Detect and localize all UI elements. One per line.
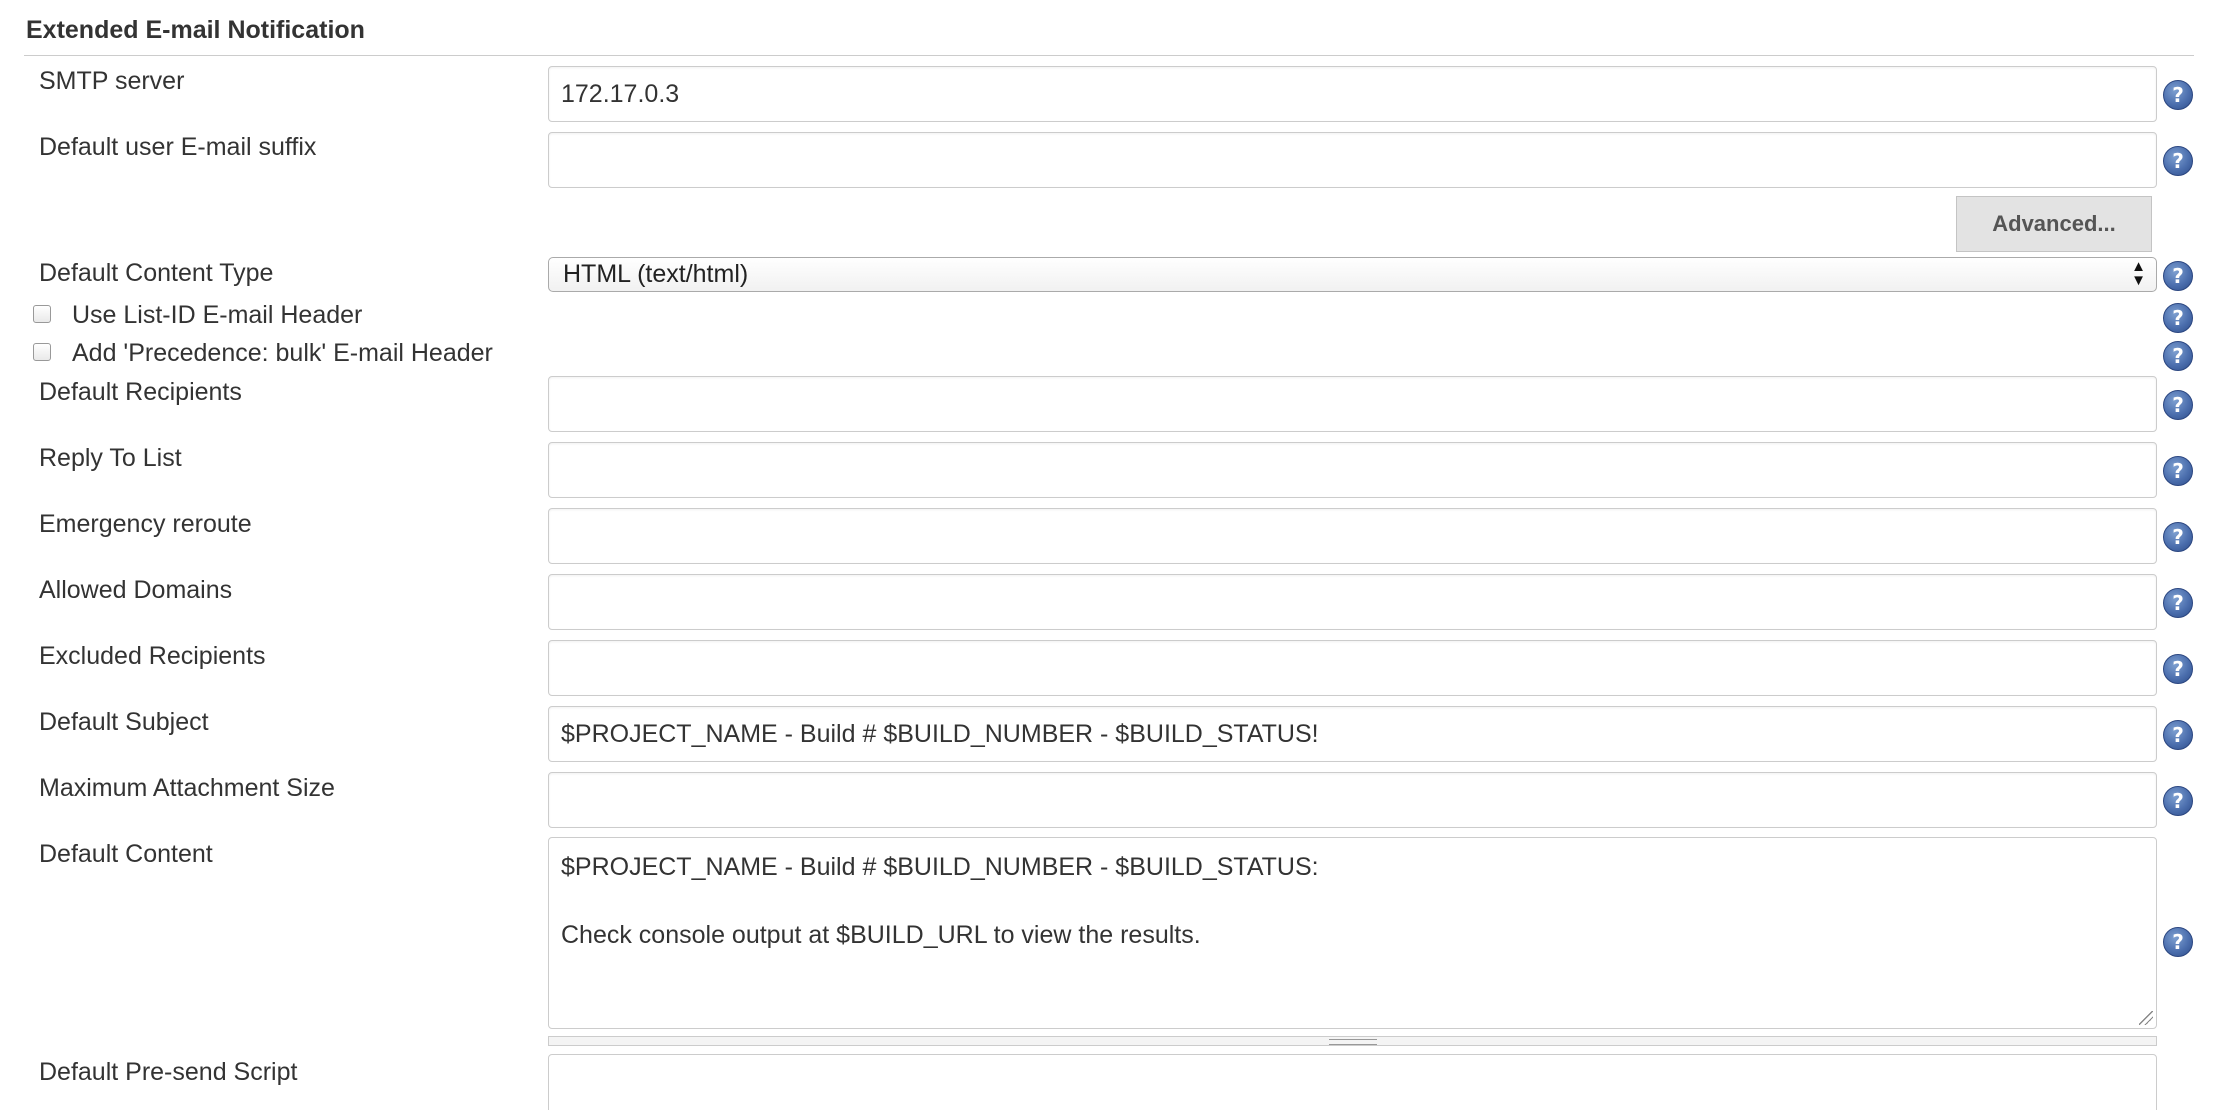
help-icon[interactable]: ? [2163, 390, 2193, 420]
list-id-label: Use List-ID E-mail Header [72, 301, 363, 329]
section-title: Extended E-mail Notification [26, 16, 365, 44]
help-icon[interactable]: ? [2163, 720, 2193, 750]
allowed-domains-label: Allowed Domains [39, 576, 233, 604]
smtp-server-input[interactable]: 172.17.0.3 [548, 66, 2157, 122]
advanced-button[interactable]: Advanced... [1956, 196, 2152, 252]
email-suffix-input[interactable] [548, 132, 2157, 188]
content-line: $PROJECT_NAME - Build # $BUILD_NUMBER - … [561, 853, 1319, 881]
help-icon[interactable]: ? [2163, 588, 2193, 618]
emergency-reroute-label: Emergency reroute [39, 510, 252, 538]
default-content-label: Default Content [39, 840, 213, 868]
help-icon[interactable]: ? [2163, 522, 2193, 552]
help-icon[interactable]: ? [2163, 341, 2193, 371]
emergency-reroute-input[interactable] [548, 508, 2157, 564]
max-attachment-label: Maximum Attachment Size [39, 774, 335, 802]
max-attachment-input[interactable] [548, 772, 2157, 828]
help-icon[interactable]: ? [2163, 456, 2193, 486]
excluded-recipients-label: Excluded Recipients [39, 642, 266, 670]
textarea-drag-bar[interactable] [548, 1036, 2157, 1046]
default-subject-label: Default Subject [39, 708, 209, 736]
smtp-server-label: SMTP server [39, 67, 185, 95]
help-icon[interactable]: ? [2163, 654, 2193, 684]
content-line: Check console output at $BUILD_URL to vi… [561, 921, 1201, 949]
default-recipients-input[interactable] [548, 376, 2157, 432]
precedence-checkbox[interactable] [33, 343, 51, 361]
content-type-selected: HTML (text/html) [563, 260, 749, 288]
help-icon[interactable]: ? [2163, 786, 2193, 816]
drag-handle-icon[interactable] [1329, 1039, 1377, 1045]
email-suffix-label: Default user E-mail suffix [39, 133, 317, 161]
excluded-recipients-input[interactable] [548, 640, 2157, 696]
default-recipients-label: Default Recipients [39, 378, 242, 406]
content-type-select[interactable]: HTML (text/html) ▲ ▼ [548, 257, 2157, 292]
presend-script-label: Default Pre-send Script [39, 1058, 298, 1086]
reply-to-input[interactable] [548, 442, 2157, 498]
reply-to-label: Reply To List [39, 444, 182, 472]
help-icon[interactable]: ? [2163, 303, 2193, 333]
email-notification-config: Extended E-mail Notification SMTP server… [0, 0, 2218, 1110]
resize-grip-icon[interactable] [2139, 1011, 2153, 1025]
list-id-checkbox[interactable] [33, 305, 51, 323]
presend-script-editor[interactable] [548, 1054, 2157, 1110]
content-type-label: Default Content Type [39, 259, 274, 287]
section-divider [24, 55, 2194, 56]
content-line [561, 884, 2144, 918]
help-icon[interactable]: ? [2163, 927, 2193, 957]
default-content-textarea[interactable]: $PROJECT_NAME - Build # $BUILD_NUMBER - … [548, 837, 2157, 1029]
help-icon[interactable]: ? [2163, 146, 2193, 176]
allowed-domains-input[interactable] [548, 574, 2157, 630]
help-icon[interactable]: ? [2163, 261, 2193, 291]
precedence-label: Add 'Precedence: bulk' E-mail Header [72, 339, 493, 367]
default-subject-input[interactable]: $PROJECT_NAME - Build # $BUILD_NUMBER - … [548, 706, 2157, 762]
help-icon[interactable]: ? [2163, 80, 2193, 110]
select-arrows-icon: ▲ ▼ [2131, 258, 2146, 289]
